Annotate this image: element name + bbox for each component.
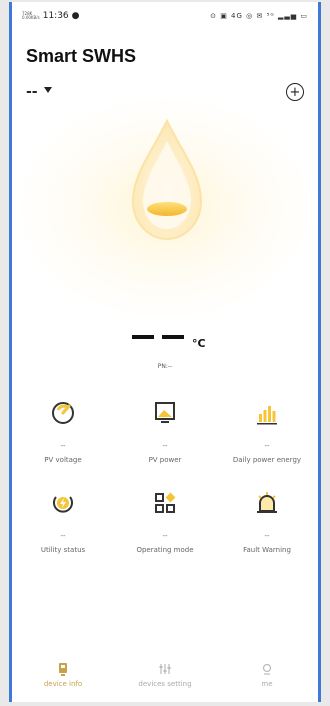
settings-icon bbox=[159, 662, 171, 676]
mode-grid-icon bbox=[152, 490, 178, 516]
chat-icon: ● bbox=[71, 11, 80, 21]
water-drop-icon bbox=[131, 118, 203, 241]
product-number: PN:-- bbox=[157, 363, 173, 370]
metric-value: -- bbox=[60, 532, 66, 540]
temperature-display: °C bbox=[12, 323, 318, 359]
metric-label: Daily power energy bbox=[232, 456, 302, 464]
bar-chart-icon bbox=[254, 400, 280, 426]
metric-value: -- bbox=[162, 442, 168, 450]
metric-value: -- bbox=[162, 532, 168, 540]
gauge-icon bbox=[50, 400, 76, 426]
temperature-unit: °C bbox=[192, 337, 206, 350]
network-speed: 728K 0.00KB/s bbox=[22, 11, 40, 20]
device-info-icon bbox=[58, 662, 68, 676]
bottom-nav: device info devices setting me bbox=[12, 658, 318, 702]
alarm-icon bbox=[254, 490, 280, 516]
metric-label: Fault Warning bbox=[243, 546, 291, 554]
metric-label: PV voltage bbox=[44, 456, 82, 464]
metric-pv-voltage[interactable]: -- PV voltage bbox=[12, 400, 114, 490]
solar-panel-icon bbox=[152, 400, 178, 426]
status-bar: 728K 0.00KB/s 11:36 ● ⊙ ▣ 4G ◎ ✉ ⁵ᴳ ▂▃▅ … bbox=[12, 2, 318, 30]
app-screen: 728K 0.00KB/s 11:36 ● ⊙ ▣ 4G ◎ ✉ ⁵ᴳ ▂▃▅ … bbox=[9, 2, 321, 702]
nav-device-info[interactable]: device info bbox=[12, 658, 114, 702]
nav-me[interactable]: me bbox=[216, 658, 318, 702]
metric-label: Utility status bbox=[40, 546, 86, 554]
status-indicators: ⊙ ▣ 4G ◎ ✉ ⁵ᴳ ▂▃▅ ▭ bbox=[210, 12, 308, 20]
metric-pv-power[interactable]: -- PV power bbox=[114, 400, 216, 490]
metrics-grid: -- PV voltage -- PV power -- Daily power… bbox=[12, 400, 318, 580]
metric-value: -- bbox=[264, 442, 270, 450]
nav-devices-setting[interactable]: devices setting bbox=[114, 658, 216, 702]
user-icon bbox=[261, 662, 273, 676]
status-left: 728K 0.00KB/s 11:36 ● bbox=[22, 11, 80, 21]
metric-daily-energy[interactable]: -- Daily power energy bbox=[216, 400, 318, 490]
status-time: 11:36 bbox=[42, 11, 69, 21]
lightning-icon bbox=[50, 490, 76, 516]
metric-fault-warning[interactable]: -- Fault Warning bbox=[216, 490, 318, 580]
temperature-value bbox=[132, 335, 184, 339]
metric-label: PV power bbox=[148, 456, 182, 464]
water-drop-hero bbox=[12, 93, 318, 323]
metric-operating-mode[interactable]: -- Operating mode bbox=[114, 490, 216, 580]
metric-value: -- bbox=[264, 532, 270, 540]
metric-utility-status[interactable]: -- Utility status bbox=[12, 490, 114, 580]
metric-value: -- bbox=[60, 442, 66, 450]
app-title: Smart SWHS bbox=[26, 46, 137, 66]
metric-label: Operating mode bbox=[136, 546, 194, 554]
